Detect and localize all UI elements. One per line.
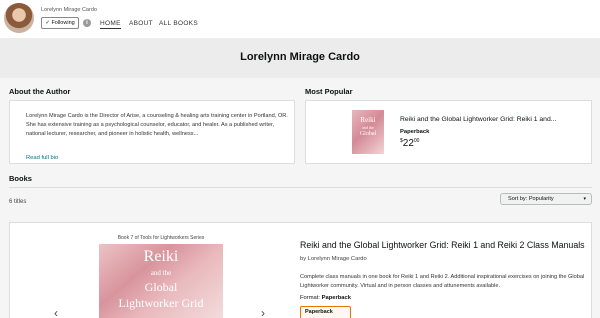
follow-button[interactable]: ✓ Following [41,17,79,29]
nav-all-books[interactable]: ALL BOOKS [159,20,198,27]
about-heading: About the Author [9,87,71,96]
popular-book-format: Paperback [400,129,430,135]
book-format: Format: Paperback [300,295,351,301]
books-heading: Books [9,174,32,183]
info-icon[interactable]: i [83,19,91,27]
most-popular-card [305,100,592,164]
popular-cover-text-2: and the [362,125,374,130]
sort-dropdown[interactable]: Sort by: Popularity ▾ [500,193,592,205]
nav-about[interactable]: ABOUT [129,20,153,27]
book-author[interactable]: by Lorelynn Mirage Cardo [300,256,367,262]
book-title[interactable]: Reiki and the Global Lightworker Grid: R… [300,240,585,250]
read-full-bio-link[interactable]: Read full bio [26,155,58,161]
titles-count: 6 titles [9,199,27,205]
chevron-down-icon: ▾ [583,196,586,202]
author-avatar[interactable] [4,3,34,33]
popular-cover-text-3: Global [359,131,377,137]
popular-cover-text-1: Reiki [360,116,376,124]
popular-book-price: $2200 [400,138,419,149]
cover-text-1: Reiki [143,248,179,265]
author-name-small: Lorelynn Mirage Cardo [41,7,97,13]
divider [9,187,592,188]
cover-text-2: and the [150,269,172,277]
book-description: Complete class manuals in one book for R… [300,274,585,289]
most-popular-heading: Most Popular [305,87,353,96]
author-hero: Lorelynn Mirage Cardo [0,38,600,78]
top-nav-bar: Lorelynn Mirage Cardo ✓ Following i HOME… [0,0,600,38]
nav-home[interactable]: HOME [100,20,121,29]
paperback-format-button[interactable]: Paperback [300,306,351,318]
price-fraction: 00 [413,138,420,144]
carousel-next-icon[interactable]: › [261,306,265,318]
price-whole: 22 [402,138,414,149]
book-cover[interactable]: Reiki and the Global Lightworker Grid [99,244,223,318]
carousel-prev-icon[interactable]: ‹ [54,306,58,318]
cover-text-3: Global [144,280,178,294]
series-label: Book 7 of Tools for Lightworkers Series [117,235,205,241]
format-value: Paperback [321,295,351,301]
page-title: Lorelynn Mirage Cardo [240,51,360,63]
format-label: Format: [300,295,320,301]
sort-label: Sort by: Popularity [508,196,554,202]
popular-book-title[interactable]: Reiki and the Global Lightworker Grid: R… [400,116,556,123]
popular-book-cover[interactable]: Reiki and the Global [352,110,384,154]
cover-text-4: Lightworker Grid [118,296,204,310]
author-bio: Lorelynn Mirage Cardo is the Director of… [26,113,288,137]
